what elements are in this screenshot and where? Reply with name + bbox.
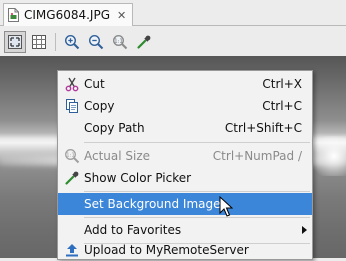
menu-separator — [84, 142, 310, 143]
zoom-out-icon[interactable] — [85, 31, 107, 53]
menu-item-copy[interactable]: Copy Ctrl+C — [58, 95, 312, 117]
menu-item-label: Add to Favorites — [84, 223, 182, 237]
submenu-arrow-icon — [302, 226, 307, 234]
color-picker-icon[interactable] — [133, 31, 155, 53]
menu-item-copy-path[interactable]: Copy Path Ctrl+Shift+C — [58, 117, 312, 139]
context-menu: Cut Ctrl+X Copy Ctrl+C Copy Path Ctrl+Sh… — [57, 70, 313, 260]
zoom-in-icon[interactable] — [61, 31, 83, 53]
menu-separator — [84, 191, 310, 192]
upload-icon — [64, 242, 80, 258]
menu-item-add-to-favorites[interactable]: Add to Favorites — [58, 219, 312, 241]
image-tab[interactable]: CIMG6084.JPG ✕ — [3, 3, 134, 26]
menu-item-label: Cut — [84, 77, 105, 91]
actual-size-icon[interactable]: 1:1 — [109, 31, 131, 53]
svg-text:1:1: 1:1 — [114, 38, 123, 44]
fit-screen-icon[interactable] — [4, 30, 26, 53]
menu-item-shortcut: Ctrl+X — [262, 77, 302, 91]
menu-item-shortcut: Ctrl+C — [262, 99, 302, 113]
menu-item-set-background-image[interactable]: Set Background Image — [58, 193, 312, 215]
editor-tab-strip: CIMG6084.JPG ✕ — [0, 0, 346, 26]
menu-item-label: Copy — [84, 99, 115, 113]
copy-icon — [64, 98, 80, 114]
toolbar-separator — [55, 32, 56, 51]
menu-item-label: Copy Path — [84, 121, 145, 135]
menu-item-label: Show Color Picker — [84, 171, 192, 185]
menu-separator — [84, 217, 310, 218]
image-file-icon — [8, 8, 19, 22]
menu-item-label: Actual Size — [84, 149, 151, 163]
image-toolbar: 1:1 — [0, 27, 346, 56]
menu-item-label: Set Background Image — [84, 197, 221, 211]
actual-grid-icon[interactable] — [28, 31, 50, 53]
menu-item-show-color-picker[interactable]: Show Color Picker — [58, 167, 312, 189]
menu-item-label: Upload to MyRemoteServer — [84, 243, 249, 257]
mouse-cursor-icon — [219, 195, 234, 218]
color-picker-icon — [64, 170, 80, 186]
menu-item-actual-size[interactable]: 1:1 Actual Size Ctrl+NumPad / — [58, 145, 312, 167]
close-icon[interactable]: ✕ — [117, 9, 126, 22]
menu-item-cut[interactable]: Cut Ctrl+X — [58, 73, 312, 95]
menu-item-shortcut: Ctrl+NumPad / — [212, 149, 302, 163]
actual-size-icon: 1:1 — [64, 148, 80, 164]
tab-title: CIMG6084.JPG — [24, 8, 110, 22]
scissors-icon — [64, 76, 80, 92]
menu-item-shortcut: Ctrl+Shift+C — [224, 121, 302, 135]
svg-text:1:1: 1:1 — [66, 153, 75, 159]
